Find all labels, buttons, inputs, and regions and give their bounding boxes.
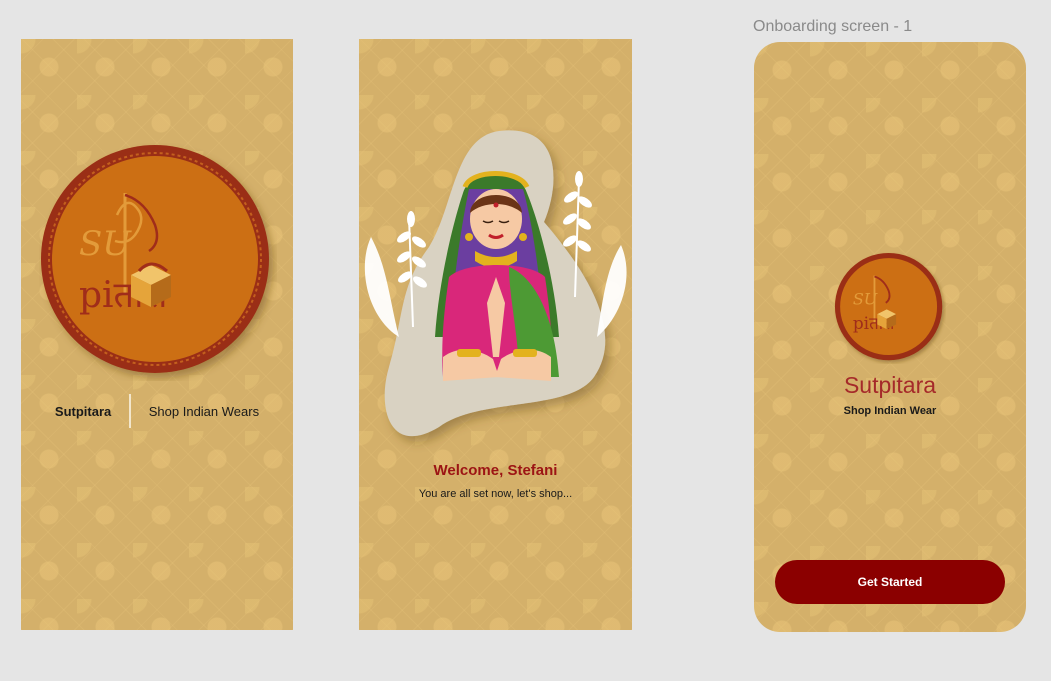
brand-name: Sutpitara	[843, 372, 937, 398]
logo-top-text-small: SU	[853, 290, 878, 309]
get-started-button[interactable]: Get Started	[775, 560, 1005, 604]
brand-tagline: Shop Indian Wears	[148, 403, 260, 419]
welcome-title: Welcome, Stefani	[433, 462, 558, 479]
logo-top-text: SU	[79, 224, 132, 264]
frame-label: Onboarding screen - 1	[753, 18, 913, 35]
welcome-subtitle: You are all set now, let's shop...	[418, 488, 573, 500]
sutpitara-logo: SU piतारा	[41, 145, 269, 373]
namaste-illustration	[364, 130, 627, 437]
sutpitara-logo-small: SU piतारा	[834, 252, 943, 361]
brand-name: Sutpitara	[54, 403, 112, 419]
welcome-screen: Welcome, Stefani You are all set now, le…	[359, 39, 632, 630]
brand-row: Sutpitara Shop Indian Wears	[21, 393, 293, 429]
splash-screen: SU piतारा Sutpitara Shop Indian Wears	[21, 39, 293, 630]
brand-tagline: Shop Indian Wear	[843, 405, 937, 417]
onboarding-screen: SU piतारा Sutpitara Shop Indian Wear Get…	[754, 42, 1026, 632]
